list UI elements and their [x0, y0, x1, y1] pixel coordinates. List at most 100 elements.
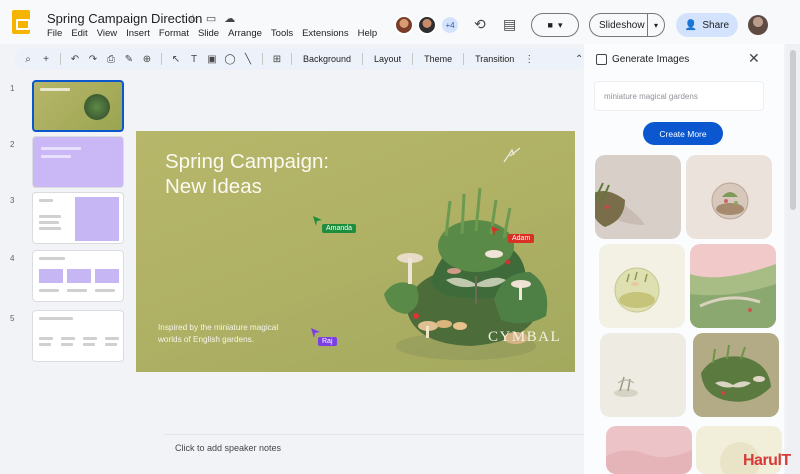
undo-icon[interactable]: ↶	[69, 54, 81, 65]
layout-button[interactable]: Layout	[371, 54, 404, 64]
collaborator-avatar[interactable]	[417, 15, 437, 35]
image-icon[interactable]: ▣	[206, 54, 218, 65]
collaborator-cursor-label: Raj	[318, 337, 337, 346]
add-comment-icon[interactable]: ⊞	[271, 54, 283, 65]
share-label: Share	[702, 19, 730, 31]
slide-thumbnail-row[interactable]: 3	[10, 192, 130, 246]
panel-scrollbar[interactable]	[786, 44, 800, 474]
menu-insert[interactable]: Insert	[126, 28, 150, 39]
prompt-input[interactable]: miniature magical gardens	[594, 81, 764, 111]
redo-icon[interactable]: ↷	[87, 54, 99, 65]
slide-subtitle[interactable]: Inspired by the miniature magical worlds…	[158, 322, 318, 346]
brand-logo-text: CYMBAL	[488, 329, 562, 345]
slide-number: 5	[10, 314, 15, 323]
paint-format-icon[interactable]: ✎	[123, 54, 135, 65]
generate-images-panel: Generate Images ✕ miniature magical gard…	[584, 44, 784, 474]
account-avatar[interactable]	[748, 15, 768, 35]
prompt-text: miniature magical gardens	[604, 92, 698, 101]
cloud-status-icon[interactable]: ☁	[224, 12, 235, 25]
theme-button[interactable]: Theme	[421, 54, 455, 64]
version-history-icon[interactable]: ⟲	[474, 16, 486, 33]
video-camera-icon: ■	[547, 20, 553, 30]
slide-thumbnail[interactable]	[32, 80, 124, 132]
image-icon	[596, 54, 607, 65]
generated-image[interactable]	[599, 244, 685, 328]
scrollbar-thumb[interactable]	[790, 50, 796, 210]
select-cursor-icon[interactable]: ↖	[170, 54, 182, 65]
watermark: HarulT	[743, 452, 791, 469]
text-box-icon[interactable]: T	[188, 54, 200, 65]
chevron-down-icon[interactable]: ▾	[648, 21, 664, 30]
cursor-pointer-icon	[313, 216, 322, 226]
slideshow-button[interactable]: Slideshow ▾	[589, 13, 665, 37]
background-button[interactable]: Background	[300, 54, 354, 64]
slide-number: 1	[10, 84, 15, 93]
menu-slide[interactable]: Slide	[198, 28, 219, 39]
collaborator-cursor-label: Adam	[508, 234, 535, 243]
slides-logo-icon[interactable]	[12, 10, 30, 34]
close-icon[interactable]: ✕	[748, 50, 760, 67]
menu-help[interactable]: Help	[358, 28, 378, 39]
people-icon: 👤	[684, 19, 698, 31]
transition-button[interactable]: Transition	[472, 54, 517, 64]
collaborator-cursor-label: Amanda	[322, 224, 357, 233]
slide-thumbnail-row[interactable]: 1	[10, 80, 130, 134]
slide-thumbnail-row[interactable]: 5	[10, 310, 130, 364]
move-folder-icon[interactable]: ▭	[206, 12, 216, 25]
menu-view[interactable]: View	[97, 28, 117, 39]
chevron-down-icon: ▾	[557, 19, 563, 30]
thumbnail-image	[82, 92, 112, 122]
collaborator-avatars: +4	[394, 15, 460, 35]
more-collaborators-badge[interactable]: +4	[440, 15, 460, 35]
slideshow-label[interactable]: Slideshow	[590, 14, 648, 36]
editing-toolbar: ⌕ + ↶ ↷ ⎙ ✎ ⊕ ↖ T ▣ ◯ ╲ ⊞ Background Lay…	[14, 48, 586, 70]
more-options-icon[interactable]: ⋮	[523, 54, 535, 65]
slide-filmstrip: 1 2 3 4 5	[0, 74, 130, 474]
slide-title[interactable]: Spring Campaign: New Ideas	[165, 149, 385, 199]
generated-image[interactable]	[686, 155, 772, 239]
slide-canvas[interactable]: Spring Campaign: New Ideas Inspired by t…	[136, 131, 575, 372]
panel-title: Generate Images	[612, 54, 690, 65]
slide-number: 4	[10, 254, 15, 263]
menu-edit[interactable]: Edit	[71, 28, 87, 39]
slide-number: 3	[10, 196, 15, 205]
speaker-notes-placeholder[interactable]: Click to add speaker notes	[175, 443, 281, 453]
share-button[interactable]: 👤 Share	[676, 13, 738, 37]
meet-button[interactable]: ■ ▾	[531, 13, 579, 37]
generated-image[interactable]	[693, 333, 779, 417]
collapse-toolbar-icon[interactable]: ⌃	[575, 54, 583, 65]
app-header: Spring Campaign Direction ☆ ▭ ☁ File Edi…	[0, 0, 800, 44]
slide-thumbnail[interactable]	[32, 250, 124, 302]
generated-image[interactable]	[595, 155, 681, 239]
line-icon[interactable]: ╲	[242, 54, 254, 65]
slide-thumbnail[interactable]	[32, 192, 124, 244]
menu-arrange[interactable]: Arrange	[228, 28, 262, 39]
brand-mark-icon	[503, 147, 521, 163]
add-slide-icon[interactable]: +	[40, 54, 52, 65]
title-actions: ☆ ▭ ☁	[188, 12, 235, 25]
slide-thumbnail-row[interactable]: 2	[10, 136, 130, 190]
generated-image[interactable]	[600, 333, 686, 417]
menu-file[interactable]: File	[47, 28, 62, 39]
generated-image[interactable]	[690, 244, 776, 328]
slide-thumbnail[interactable]	[32, 310, 124, 362]
generated-image[interactable]	[606, 426, 692, 474]
menu-extensions[interactable]: Extensions	[302, 28, 348, 39]
star-icon[interactable]: ☆	[188, 12, 198, 25]
menu-bar: File Edit View Insert Format Slide Arran…	[47, 28, 377, 39]
create-more-button[interactable]: Create More	[643, 122, 723, 145]
cursor-pointer-icon	[491, 226, 500, 236]
slide-number: 2	[10, 140, 15, 149]
comments-icon[interactable]: ▤	[503, 16, 516, 33]
slide-thumbnail-row[interactable]: 4	[10, 250, 130, 304]
speaker-notes[interactable]: Click to add speaker notes	[164, 434, 584, 460]
collaborator-avatar[interactable]	[394, 15, 414, 35]
document-title[interactable]: Spring Campaign Direction	[47, 11, 202, 26]
search-menus-icon[interactable]: ⌕	[22, 54, 34, 65]
zoom-icon[interactable]: ⊕	[141, 54, 153, 65]
print-icon[interactable]: ⎙	[105, 54, 117, 65]
slide-thumbnail[interactable]	[32, 136, 124, 188]
menu-format[interactable]: Format	[159, 28, 189, 39]
shape-icon[interactable]: ◯	[224, 54, 236, 65]
menu-tools[interactable]: Tools	[271, 28, 293, 39]
